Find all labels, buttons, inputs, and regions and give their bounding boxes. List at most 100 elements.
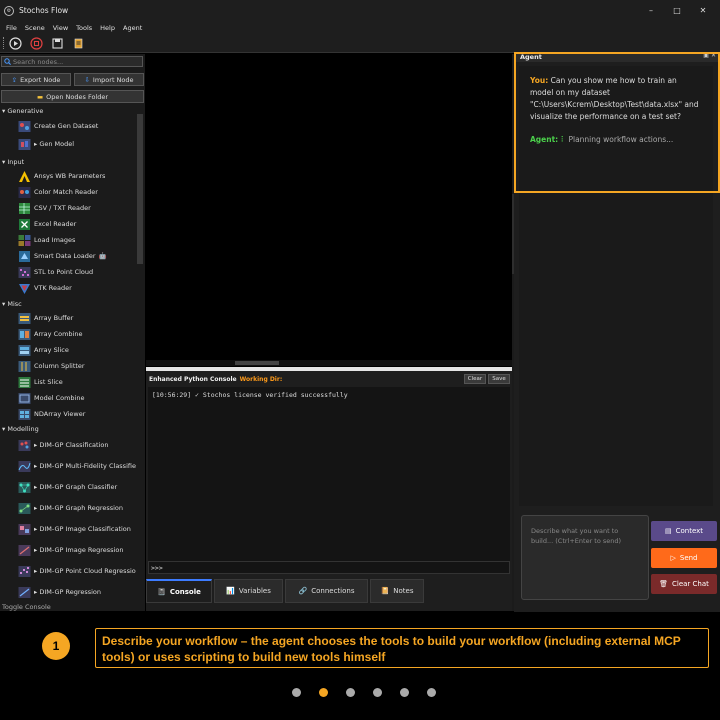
- node-label: List Slice: [34, 378, 63, 386]
- page-dot-5[interactable]: [400, 688, 409, 697]
- node-dim-gp-graph-regression[interactable]: ▸ DIM-GP Graph Regression: [18, 501, 123, 515]
- agent-panel: Agent ▣ ✕ You: Can you show me how to tr…: [514, 52, 720, 612]
- toolbar-grip[interactable]: [3, 37, 5, 49]
- console-clear-button[interactable]: Clear: [464, 374, 486, 384]
- category-misc[interactable]: ▾ Misc: [2, 300, 22, 308]
- notebook-icon[interactable]: [72, 37, 85, 50]
- node-label: Ansys WB Parameters: [34, 172, 106, 180]
- export-icon: ⇪: [11, 75, 18, 84]
- python-console-panel: Enhanced Python Console Working Dir: Cle…: [146, 371, 512, 611]
- category-input[interactable]: ▾ Input: [2, 158, 24, 166]
- node-color-match-reader[interactable]: Color Match Reader: [18, 185, 98, 199]
- scrollbar-thumb[interactable]: [235, 361, 279, 365]
- category-generative[interactable]: ▾ Generative: [2, 107, 43, 115]
- node-dim-gp-classification[interactable]: ▸ DIM-GP Classification: [18, 438, 108, 452]
- tab-label: Connections: [311, 587, 355, 595]
- node-label: Load Images: [34, 236, 76, 244]
- ndarray-viewer-icon: [18, 408, 31, 420]
- node-dim-gp-image-regression[interactable]: ▸ DIM-GP Image Regression: [18, 543, 123, 557]
- menu-view[interactable]: View: [53, 24, 68, 32]
- notebook-icon: 📓: [157, 587, 166, 596]
- play-icon[interactable]: [9, 36, 22, 50]
- title-bar: ⚙ Stochos Flow – □ ✕: [0, 0, 720, 21]
- node-array-buffer[interactable]: Array Buffer: [18, 311, 73, 325]
- node-list-slice[interactable]: List Slice: [18, 375, 63, 389]
- tab-variables[interactable]: 📊 Variables: [214, 579, 283, 603]
- canvas-horizontal-scrollbar[interactable]: [146, 360, 512, 366]
- agent-prompt-input[interactable]: [531, 526, 641, 586]
- node-label: Array Buffer: [34, 314, 74, 322]
- page-dot-2-active[interactable]: [319, 688, 328, 697]
- page-dot-6[interactable]: [427, 688, 436, 697]
- stop-icon[interactable]: [30, 36, 43, 50]
- node-ndarray-viewer[interactable]: NDArray Viewer: [18, 407, 85, 421]
- node-ansys-wb-parameters[interactable]: Ansys WB Parameters: [18, 169, 105, 183]
- node-load-images[interactable]: Load Images: [18, 233, 75, 247]
- page-dot-1[interactable]: [292, 688, 301, 697]
- tab-label: Console: [169, 587, 201, 596]
- node-column-splitter[interactable]: Column Splitter: [18, 359, 85, 373]
- tab-notes[interactable]: 📔 Notes: [370, 579, 424, 603]
- export-node-button[interactable]: ⇪ Export Node: [1, 73, 71, 86]
- context-button[interactable]: ▤ Context: [651, 521, 717, 541]
- node-library-sidebar: ⇪ Export Node ⇩ Import Node ▬ Open Nodes…: [0, 54, 145, 611]
- node-dim-gp-graph-classifier[interactable]: ▸ DIM-GP Graph Classifier: [18, 480, 117, 494]
- node-csv-txt-reader[interactable]: CSV / TXT Reader: [18, 201, 91, 215]
- agent-chat-history: You: Can you show me how to train an mod…: [519, 66, 713, 506]
- node-label: Excel Reader: [34, 220, 77, 228]
- menu-file[interactable]: File: [6, 24, 17, 32]
- minimize-button[interactable]: –: [638, 6, 664, 15]
- console-header: Enhanced Python Console Working Dir:: [146, 373, 512, 386]
- node-canvas[interactable]: [146, 54, 512, 366]
- panel-float-close-icon[interactable]: ▣ ✕: [703, 52, 716, 59]
- open-nodes-folder-button[interactable]: ▬ Open Nodes Folder: [1, 90, 144, 103]
- page-dot-3[interactable]: [346, 688, 355, 697]
- close-button[interactable]: ✕: [690, 6, 716, 15]
- tab-connections[interactable]: 🔗 Connections: [285, 579, 368, 603]
- images-icon: [18, 234, 31, 246]
- agent-status-text: Planning workflow actions...: [568, 135, 674, 144]
- image-classification-icon: [18, 523, 31, 535]
- regression-icon: [18, 586, 31, 598]
- folder-icon: ▬: [36, 92, 44, 101]
- menu-help[interactable]: Help: [100, 24, 115, 32]
- console-log-line: [10:56:29] ✓ Stochos license verified su…: [152, 391, 348, 399]
- menu-tools[interactable]: Tools: [76, 24, 92, 32]
- node-model-combine[interactable]: Model Combine: [18, 391, 84, 405]
- node-array-slice[interactable]: Array Slice: [18, 343, 69, 357]
- search-input[interactable]: [13, 57, 141, 66]
- node-dim-gp-image-classification[interactable]: ▸ DIM-GP Image Classification: [18, 522, 131, 536]
- pagination-dots: [292, 688, 454, 698]
- node-smart-data-loader[interactable]: Smart Data Loader 🤖: [18, 249, 107, 263]
- page-dot-4[interactable]: [373, 688, 382, 697]
- node-excel-reader[interactable]: Excel Reader: [18, 217, 76, 231]
- category-modelling[interactable]: ▾ Modelling: [2, 425, 39, 433]
- node-stl-to-point-cloud[interactable]: STL to Point Cloud: [18, 265, 93, 279]
- save-icon[interactable]: [51, 37, 64, 50]
- node-label: Array Slice: [34, 346, 69, 354]
- maximize-button[interactable]: □: [664, 6, 690, 15]
- tab-console[interactable]: 📓 Console: [146, 579, 212, 603]
- send-button[interactable]: ▷ Send: [651, 548, 717, 568]
- node-gen-model[interactable]: ▸ Gen Model: [18, 137, 74, 151]
- image-regression-icon: [18, 544, 31, 556]
- console-save-button[interactable]: Save: [488, 374, 510, 384]
- clear-chat-button[interactable]: 🗑 Clear Chat: [651, 574, 717, 594]
- node-label: STL to Point Cloud: [34, 268, 94, 276]
- node-label: ▸ DIM-GP Image Classification: [34, 525, 131, 533]
- node-create-gen-dataset[interactable]: Create Gen Dataset: [18, 119, 98, 133]
- node-vtk-reader[interactable]: VTK Reader: [18, 281, 72, 295]
- classification-icon: [18, 439, 31, 451]
- import-node-button[interactable]: ⇩ Import Node: [74, 73, 144, 86]
- menu-scene[interactable]: Scene: [25, 24, 45, 32]
- sidebar-scrollbar[interactable]: [136, 106, 144, 611]
- column-splitter-icon: [18, 360, 31, 372]
- node-array-combine[interactable]: Array Combine: [18, 327, 82, 341]
- node-dim-gp-multi-fidelity-classifier[interactable]: ▸ DIM-GP Multi-Fidelity Classifier: [18, 459, 136, 473]
- menu-agent[interactable]: Agent: [123, 24, 142, 32]
- console-input[interactable]: >>>: [148, 561, 510, 574]
- toggle-console-label[interactable]: Toggle Console: [2, 603, 51, 611]
- node-dim-gp-regression[interactable]: ▸ DIM-GP Regression: [18, 585, 101, 599]
- node-dim-gp-point-cloud-regression[interactable]: ▸ DIM-GP Point Cloud Regression: [18, 564, 136, 578]
- scrollbar-thumb[interactable]: [137, 114, 143, 264]
